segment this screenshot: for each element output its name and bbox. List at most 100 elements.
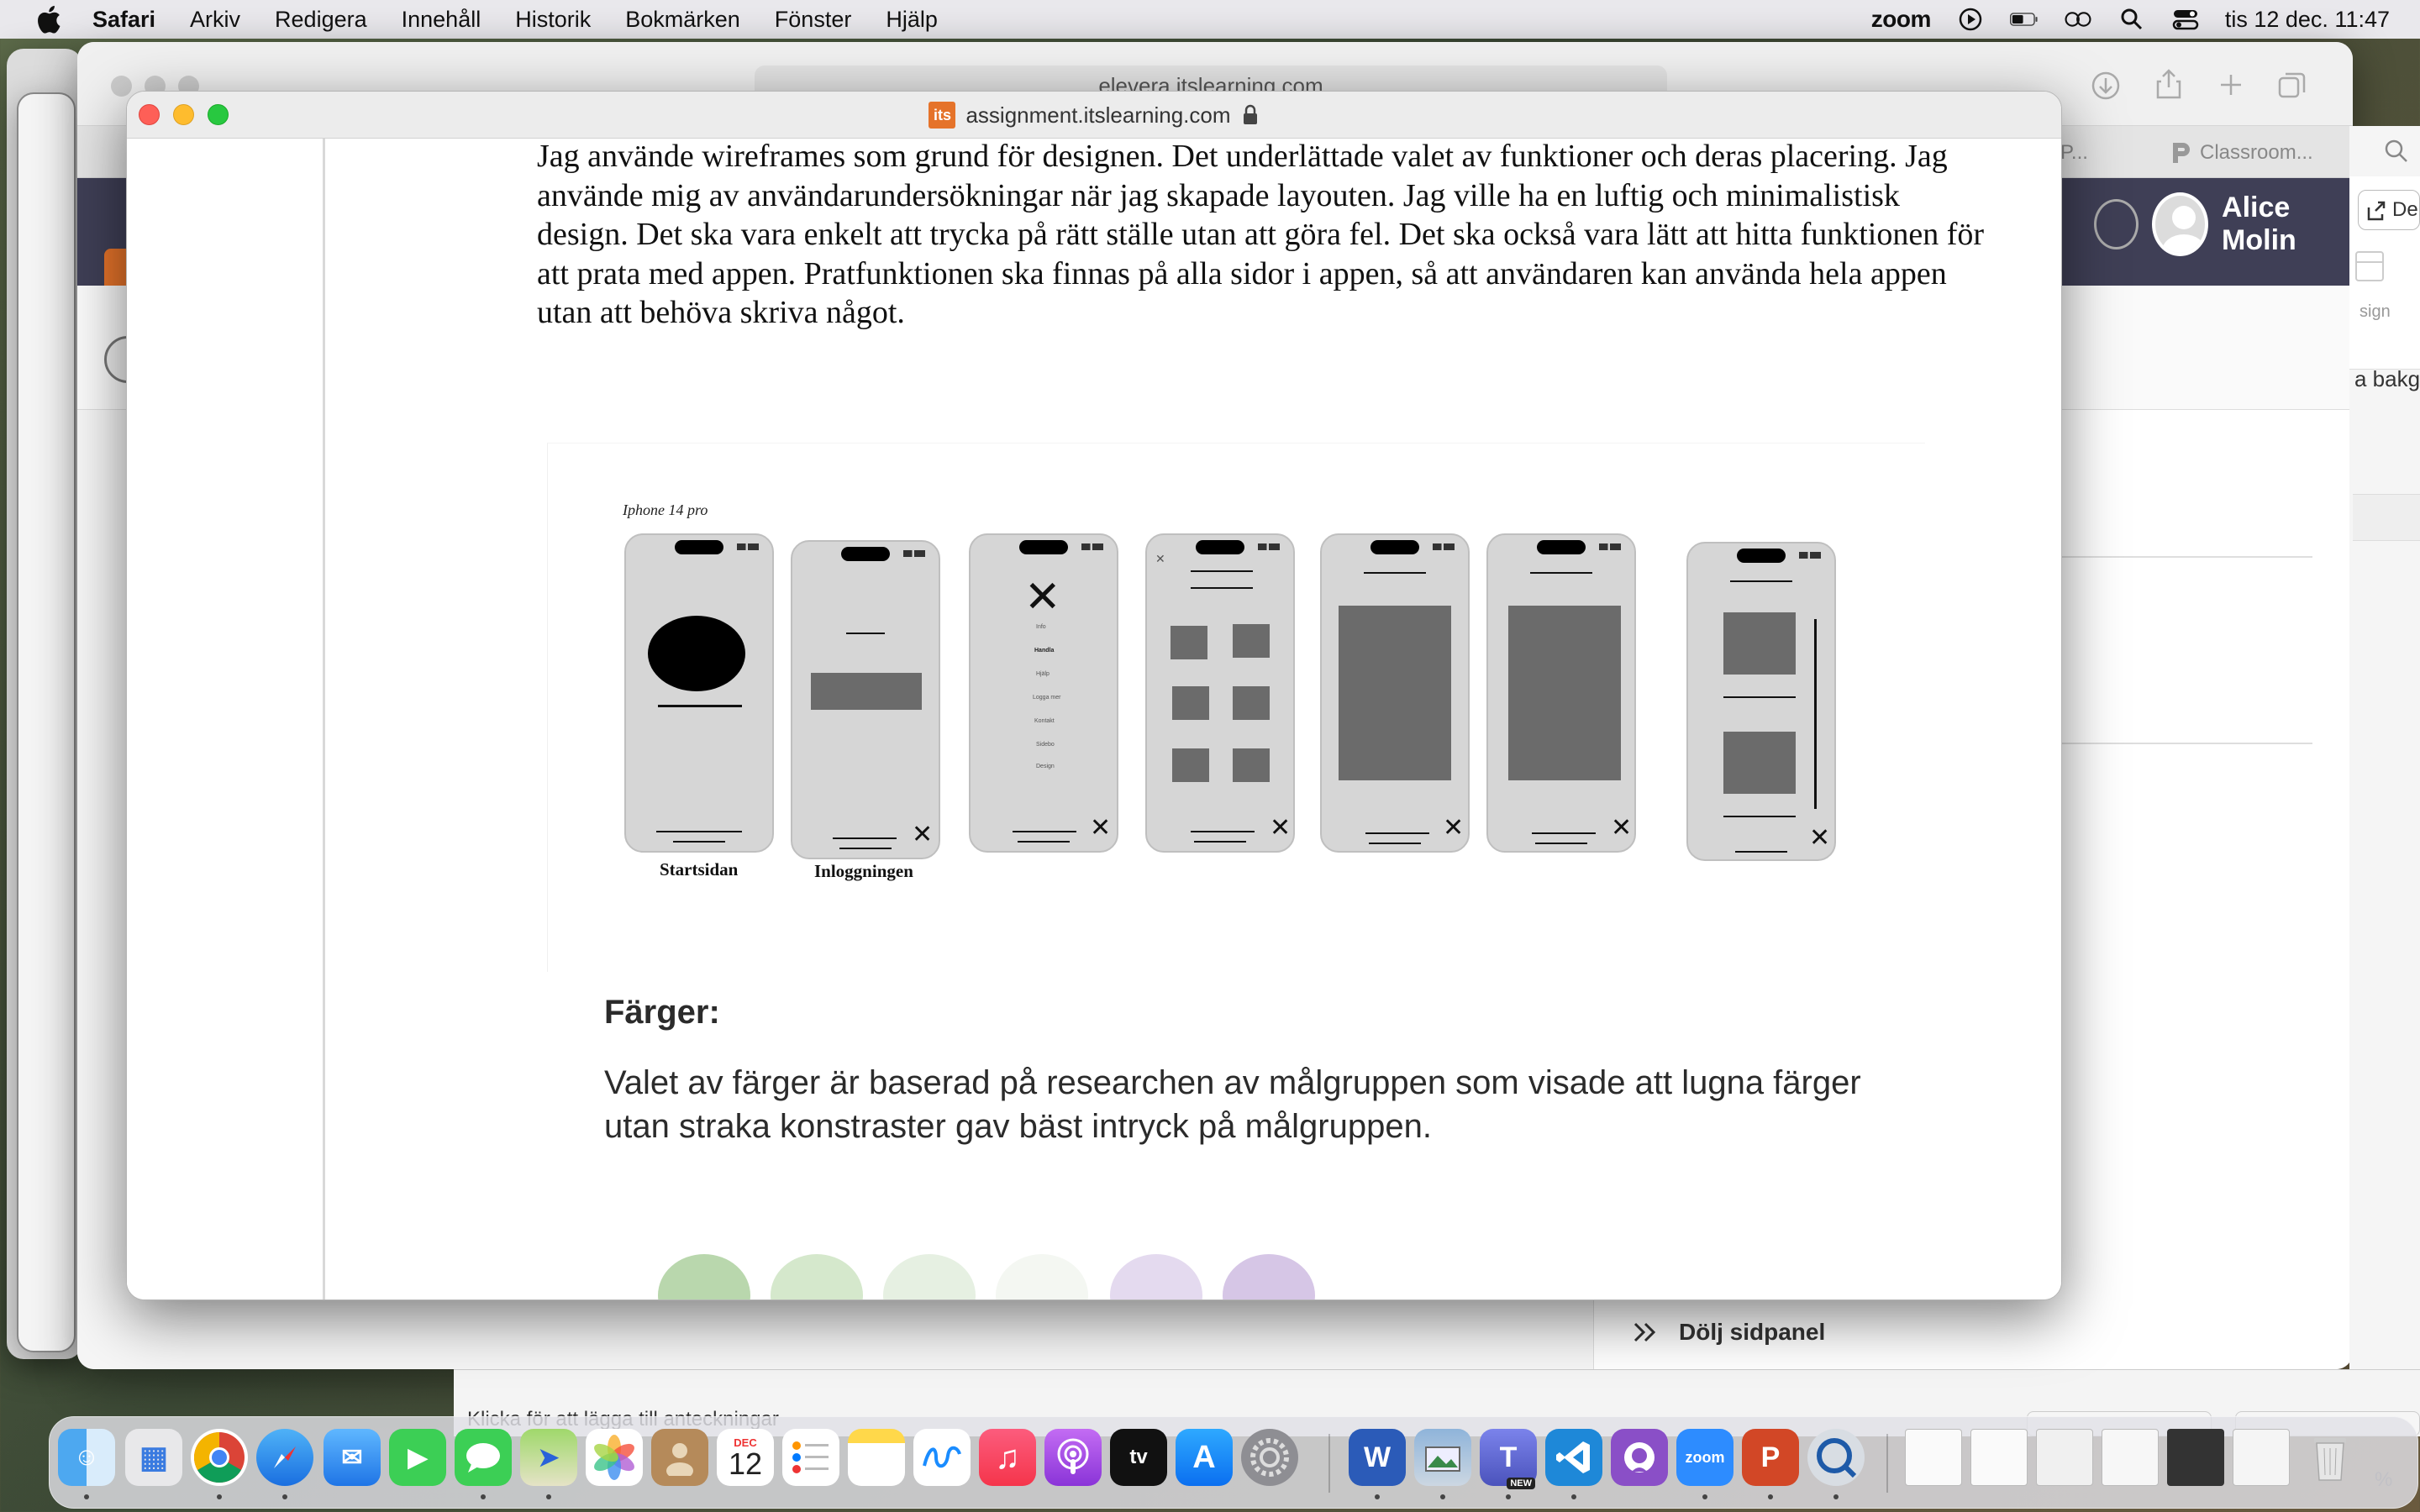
menu-fonster[interactable]: Fönster: [775, 7, 852, 33]
content-box: [1508, 606, 1621, 780]
safari-icon[interactable]: [256, 1429, 313, 1486]
word-icon[interactable]: W: [1349, 1429, 1406, 1486]
mail-icon[interactable]: ✉: [324, 1429, 381, 1486]
notes-icon[interactable]: [848, 1429, 905, 1486]
avatar[interactable]: [2151, 192, 2209, 256]
download-icon[interactable]: [2091, 71, 2121, 101]
running-indicator: [1702, 1494, 1707, 1499]
messages-icon[interactable]: [455, 1429, 512, 1486]
calendar-day: 12: [728, 1446, 763, 1481]
preview-icon[interactable]: [1414, 1429, 1471, 1486]
new-tab-icon[interactable]: [2218, 72, 2244, 97]
apple-menu-icon[interactable]: [34, 3, 62, 35]
menu-bar: Safari Arkiv Redigera Innehåll Historik …: [0, 0, 2420, 39]
menu-bokmarken[interactable]: Bokmärken: [625, 7, 740, 33]
screen-mirroring-icon[interactable]: [2064, 7, 2092, 32]
menu-safari[interactable]: Safari: [92, 7, 155, 33]
reminders-icon[interactable]: [782, 1429, 839, 1486]
document-thumbnail-icon[interactable]: [1905, 1429, 1962, 1486]
login-box: [811, 673, 922, 710]
freeform-icon[interactable]: [913, 1429, 971, 1486]
quicktime-icon[interactable]: [1807, 1429, 1865, 1486]
document-thumbnail-icon[interactable]: [2036, 1429, 2093, 1486]
wireframe-line: [833, 837, 897, 839]
address-bar[interactable]: its assignment.itslearning.com: [127, 92, 2061, 139]
color-swatch: [1223, 1254, 1315, 1299]
calendar-icon[interactable]: DEC 12: [717, 1429, 774, 1486]
document-thumbnail-icon[interactable]: [1970, 1429, 2028, 1486]
menu-word: Kontakt: [1034, 718, 1055, 724]
finder-icon[interactable]: ☺: [58, 1429, 115, 1486]
trash-icon[interactable]: [2302, 1429, 2359, 1486]
zoom-status-item[interactable]: zoom: [1871, 6, 1932, 33]
wireframe-device-label: Iphone 14 pro: [623, 501, 708, 518]
dock-separator: [1328, 1434, 1330, 1493]
menu-innehall[interactable]: Innehåll: [402, 7, 481, 33]
running-indicator: [84, 1494, 89, 1499]
contacts-icon[interactable]: [651, 1429, 708, 1486]
launchpad-icon[interactable]: ▦: [125, 1429, 182, 1486]
facetime-icon[interactable]: ▶: [389, 1429, 446, 1486]
search-icon[interactable]: [2118, 7, 2146, 32]
search-icon[interactable]: [2383, 138, 2410, 165]
tab-classroom[interactable]: Classroom...: [2170, 134, 2313, 171]
wireframe-line: [1365, 832, 1429, 834]
list-box: [1723, 612, 1796, 675]
clock[interactable]: tis 12 dec. 11:47: [2225, 7, 2390, 33]
menu-word: Handla: [1034, 648, 1055, 654]
app-store-icon[interactable]: A: [1176, 1429, 1233, 1486]
background-label: a bakgr: [2354, 366, 2420, 391]
menu-redigera[interactable]: Redigera: [275, 7, 367, 33]
document-thumbnail-icon[interactable]: [2102, 1429, 2159, 1486]
play-icon[interactable]: [1956, 7, 1985, 32]
user-menu[interactable]: Alice Molin: [2094, 192, 2353, 257]
double-chevron-icon: [1634, 1322, 1656, 1342]
zoom-icon[interactable]: zoom: [1676, 1429, 1733, 1486]
grid-tile: [1233, 686, 1270, 720]
chrome-icon[interactable]: [191, 1429, 248, 1486]
menu-hjalp[interactable]: Hjälp: [886, 7, 938, 33]
signal-icon: [1081, 543, 1103, 550]
tab-classroom-label: Classroom...: [2200, 141, 2313, 164]
user-name: Alice Molin: [2222, 192, 2296, 256]
share-label: De: [2392, 198, 2418, 221]
color-swatch: [658, 1254, 750, 1299]
podcasts-icon[interactable]: [1044, 1429, 1102, 1486]
color-swatch: [771, 1254, 863, 1299]
share-button[interactable]: De: [2358, 190, 2420, 230]
wireframe-line: [658, 705, 742, 707]
apple-tv-icon[interactable]: tv: [1110, 1429, 1167, 1486]
document-thumbnail-icon[interactable]: [2167, 1429, 2224, 1486]
share-icon[interactable]: [2154, 67, 2183, 101]
maps-icon[interactable]: ➤: [520, 1429, 577, 1486]
menu-historik[interactable]: Historik: [515, 7, 591, 33]
music-icon[interactable]: ♫: [979, 1429, 1036, 1486]
document-thumbnail-icon[interactable]: [2233, 1429, 2290, 1486]
github-desktop-icon[interactable]: [1611, 1429, 1668, 1486]
menu-bar-status: zoom tis 12 dec. 11:47: [1871, 0, 2390, 39]
tab-overview-icon[interactable]: [2277, 71, 2307, 101]
lock-icon: [1243, 104, 1257, 124]
notification-icon[interactable]: [2094, 199, 2139, 249]
close-icon: ✕: [1443, 814, 1465, 842]
close-icon: ✕: [1270, 814, 1292, 842]
battery-icon[interactable]: [2009, 7, 2039, 32]
its-logo: its: [929, 102, 956, 129]
menu-arkiv[interactable]: Arkiv: [190, 7, 240, 33]
powerpoint-icon[interactable]: P: [1742, 1429, 1799, 1486]
close-icon: ✕: [1155, 552, 1165, 565]
signal-icon: [903, 550, 925, 557]
assignment-icon[interactable]: [2353, 249, 2386, 284]
wireframe-line: [673, 841, 725, 843]
wireframe-line: [1364, 572, 1426, 574]
wireframe-line: [1730, 580, 1792, 582]
tab-p[interactable]: P...: [2060, 134, 2088, 171]
control-center-icon[interactable]: [2171, 7, 2200, 32]
photos-icon[interactable]: [586, 1429, 643, 1486]
system-settings-icon[interactable]: [1241, 1429, 1298, 1486]
scrollbar-line: [1814, 619, 1817, 809]
teams-icon[interactable]: T NEW: [1480, 1429, 1537, 1489]
vscode-icon[interactable]: [1545, 1429, 1602, 1486]
caption-inloggningen: Inloggningen: [814, 861, 913, 881]
hide-side-panel-button[interactable]: Dölj sidpanel: [1632, 1319, 1825, 1346]
